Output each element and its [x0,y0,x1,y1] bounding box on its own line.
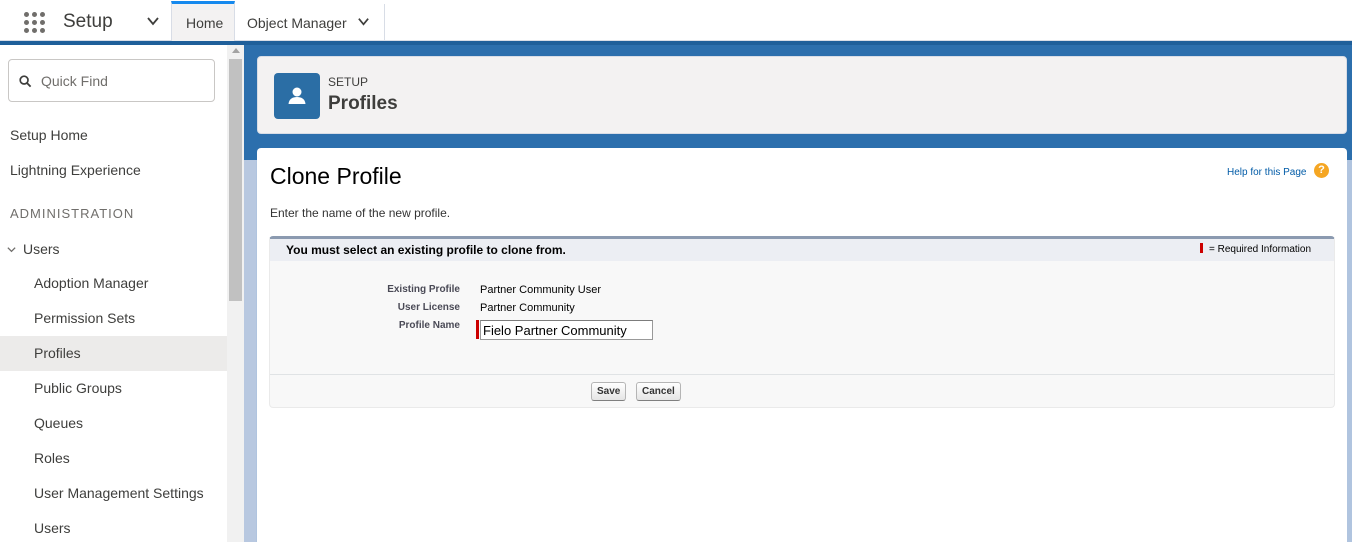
required-legend: = Required Information [1200,243,1311,255]
help-icon[interactable]: ? [1314,163,1329,178]
cancel-button[interactable]: Cancel [636,382,681,401]
chevron-down-icon [7,247,16,253]
app-name: Setup [63,11,113,32]
sidebar-group-label: Users [23,241,60,257]
sidebar-item-queues[interactable]: Queues [0,406,227,441]
scroll-up-arrow-icon[interactable] [232,48,240,53]
required-marker-icon [476,320,479,339]
sidebar-section-heading: ADMINISTRATION [10,206,135,221]
global-header: Setup Home Object Manager [0,1,1352,41]
sidebar-item-users[interactable]: Users [0,511,227,546]
quick-find[interactable] [8,59,215,102]
profile-name-input[interactable] [480,320,653,340]
save-button[interactable]: Save [591,382,627,401]
tab-home-label: Home [186,15,224,31]
page-header-title: Profiles [328,93,398,114]
search-icon [19,75,32,88]
help-link[interactable]: Help for this Page [1227,167,1307,178]
page-header-eyebrow: SETUP [328,75,369,89]
sidebar-item-adoption-manager[interactable]: Adoption Manager [0,266,227,301]
page-title: Clone Profile [270,163,402,189]
tab-home[interactable]: Home [171,1,235,41]
content-panel: Clone Profile Help for this Page ? Enter… [257,148,1347,542]
user-license-label: User License [397,302,460,313]
profile-name-label: Profile Name [398,320,460,331]
instructions-text: Enter the name of the new profile. [270,206,451,220]
existing-profile-value: Partner Community User [480,284,602,296]
quick-find-input[interactable] [41,70,209,92]
user-icon [274,73,320,119]
existing-profile-label: Existing Profile [387,284,460,295]
content-gutter [244,160,256,542]
app-launcher-icon[interactable] [24,12,46,34]
tab-object-manager[interactable]: Object Manager [235,4,385,41]
setup-sidebar: Setup Home Lightning Experience ADMINIST… [0,45,227,542]
sidebar-item-user-management-settings[interactable]: User Management Settings [0,476,227,511]
sidebar-scrollbar[interactable] [227,45,244,542]
block-header: You must select an existing profile to c… [270,239,1334,261]
block-title: You must select an existing profile to c… [286,243,566,257]
scrollbar-thumb[interactable] [229,59,242,301]
required-marker-icon [1200,243,1203,253]
tab-object-manager-label: Object Manager [247,15,347,31]
page-header: SETUP Profiles [257,56,1347,134]
user-license-value: Partner Community [480,302,575,314]
required-legend-text: = Required Information [1209,244,1312,255]
sidebar-item-roles[interactable]: Roles [0,441,227,476]
sidebar-item-public-groups[interactable]: Public Groups [0,371,227,406]
sidebar-item-lightning-experience[interactable]: Lightning Experience [0,153,227,188]
clone-profile-block: You must select an existing profile to c… [269,236,1335,408]
sidebar-item-setup-home[interactable]: Setup Home [0,118,227,153]
chevron-down-icon[interactable] [146,14,160,28]
block-footer: Save Cancel [270,374,1334,408]
sidebar-item-permission-sets[interactable]: Permission Sets [0,301,227,336]
sidebar-group-users[interactable]: Users [6,241,60,257]
chevron-down-icon[interactable] [357,15,370,28]
sidebar-item-profiles[interactable]: Profiles [0,336,227,371]
